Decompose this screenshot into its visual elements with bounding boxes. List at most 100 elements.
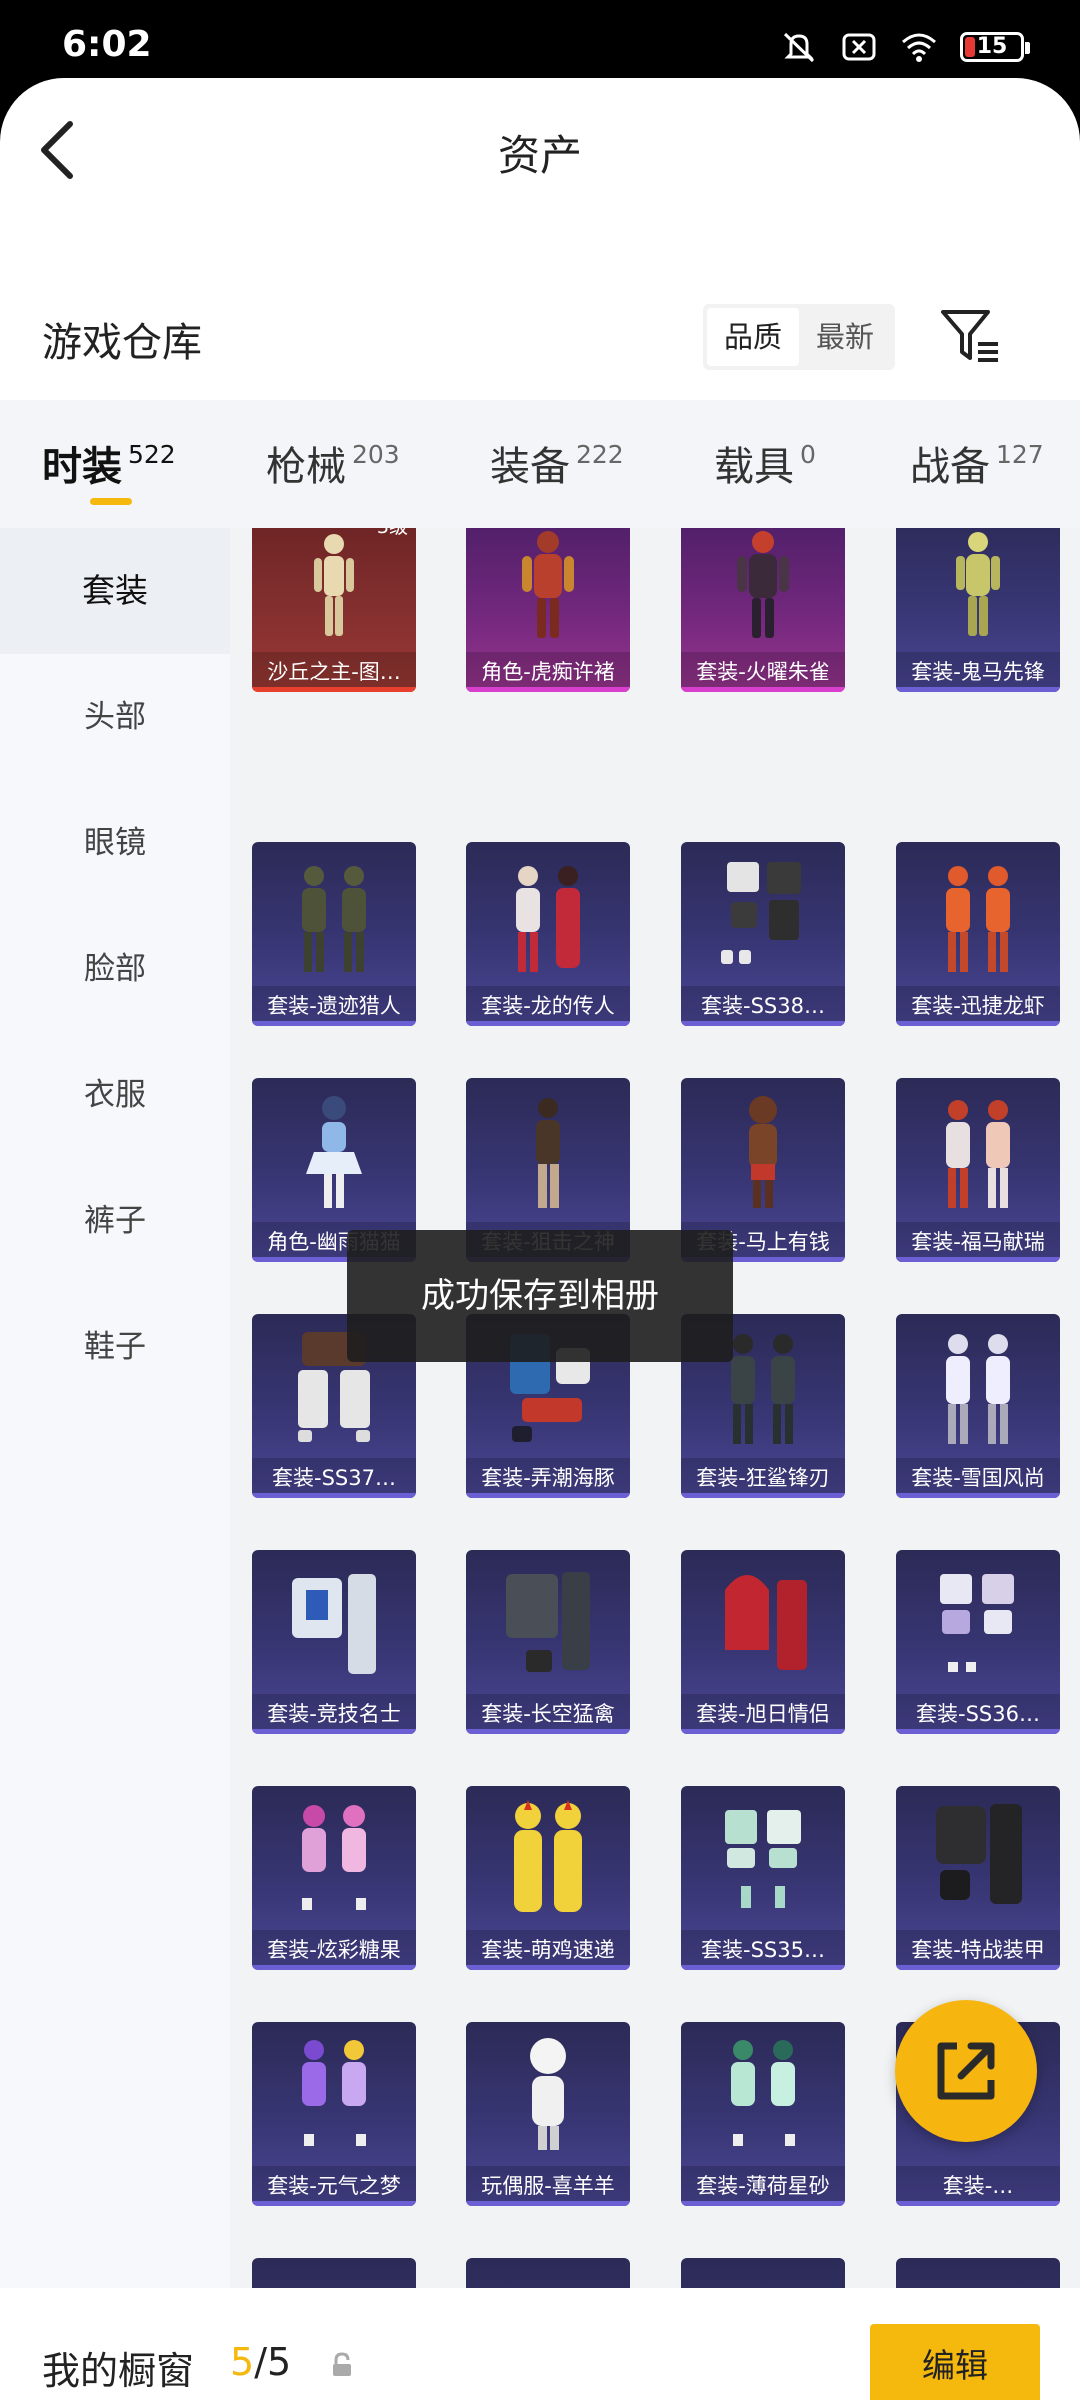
outfit-pair-icon — [731, 2040, 795, 2146]
item-card[interactable]: 套装-鬼马先锋 — [896, 528, 1060, 692]
sort-toggle: 品质 最新 — [703, 304, 895, 370]
item-name: 套装-雪国风尚 — [896, 1458, 1060, 1498]
item-card[interactable] — [681, 2258, 845, 2288]
showcase-bar: 我的橱窗 5/5 编辑 — [0, 2290, 1080, 2400]
toast-message: 成功保存到相册 — [347, 1230, 733, 1362]
outfit-pieces-icon — [725, 1810, 801, 1908]
item-name: 套装-鬼马先锋 — [896, 652, 1060, 692]
outfit-pair-icon — [516, 866, 580, 972]
tab-combat-gear[interactable]: 战备 127 — [910, 434, 1044, 492]
item-card[interactable]: 套装-雪国风尚 — [896, 1314, 1060, 1498]
item-name: 套装-弄潮海豚 — [466, 1458, 630, 1498]
sort-quality-button[interactable]: 品质 — [707, 308, 799, 366]
outfit-figure-icon — [522, 531, 574, 638]
share-icon — [937, 2042, 995, 2100]
outfit-figure-icon — [749, 1096, 777, 1208]
item-card[interactable] — [896, 2258, 1060, 2288]
item-card[interactable]: 套装-SS35… — [681, 1786, 845, 1970]
item-name: 套装-竞技名士 — [252, 1694, 416, 1734]
sort-newest-button[interactable]: 最新 — [799, 308, 891, 366]
item-card[interactable] — [466, 2258, 630, 2288]
outfit-figure-icon — [306, 1096, 362, 1208]
item-card[interactable]: 套装-旭日情侣 — [681, 1550, 845, 1734]
app-screen: 资产 游戏仓库 品质 最新 时装 522 枪械 203 装备 222 载具 0 … — [0, 78, 1080, 2400]
item-name: 套装-SS36… — [896, 1694, 1060, 1734]
item-card[interactable]: 套装-遗迹猎人 — [252, 842, 416, 1026]
item-card[interactable]: 套装-福马献瑞 — [896, 1078, 1060, 1262]
item-card[interactable]: 套装-火曜朱雀 — [681, 528, 845, 692]
item-name: 套装-狂鲨锋刃 — [681, 1458, 845, 1498]
status-bar: 6:02 15 — [0, 0, 1080, 80]
item-card[interactable]: 套装-竞技名士 — [252, 1550, 416, 1734]
item-name: 套装-龙的传人 — [466, 986, 630, 1026]
tab-vehicles[interactable]: 载具 0 — [714, 434, 816, 492]
item-name: 套装-SS35… — [681, 1930, 845, 1970]
sidebar-item-shoes[interactable]: 鞋子 — [0, 1284, 230, 1410]
item-card[interactable]: 套装-元气之梦 — [252, 2022, 416, 2206]
tab-label: 时装 — [42, 444, 122, 490]
status-time: 6:02 — [62, 24, 152, 65]
outfit-figure-icon — [530, 2038, 566, 2150]
outfit-pair-icon — [946, 1100, 1010, 1208]
showcase-count: 5/5 — [230, 2340, 291, 2384]
share-fab-button[interactable] — [895, 2000, 1037, 2142]
item-name: 套装-薄荷星砂 — [681, 2166, 845, 2206]
item-card[interactable]: 玩偶服-喜羊羊 — [466, 2022, 630, 2206]
item-card[interactable]: 套装-炫彩糖果 — [252, 1786, 416, 1970]
item-name: 套装-遗迹猎人 — [252, 986, 416, 1026]
sidebar-item-pants[interactable]: 裤子 — [0, 1158, 230, 1284]
item-name: 套装-元气之梦 — [252, 2166, 416, 2206]
item-card[interactable]: 套装-薄荷星砂 — [681, 2022, 845, 2206]
wifi-icon — [902, 33, 936, 62]
item-card[interactable]: 3级 沙丘之主-图… — [252, 528, 416, 692]
tab-label: 装备 — [490, 444, 570, 490]
item-card[interactable]: 套装-迅捷龙虾 — [896, 842, 1060, 1026]
active-tab-indicator — [90, 498, 132, 505]
item-name: 角色-虎痴许褚 — [466, 652, 630, 692]
outfit-pair-icon — [514, 1800, 582, 1912]
item-name: 套装-特战装甲 — [896, 1930, 1060, 1970]
item-name: 套装-迅捷龙虾 — [896, 986, 1060, 1026]
item-card[interactable]: 角色-虎痴许褚 — [466, 528, 630, 692]
outfit-figure-icon — [536, 1098, 560, 1208]
outfit-pieces-icon — [292, 1574, 376, 1674]
sidebar-item-clothes[interactable]: 衣服 — [0, 1032, 230, 1158]
tab-equipment[interactable]: 装备 222 — [490, 434, 624, 492]
showcase-current: 5 — [230, 2340, 255, 2384]
item-name: 玩偶服-喜羊羊 — [466, 2166, 630, 2206]
outfit-figure-icon — [956, 532, 1000, 636]
tab-guns[interactable]: 枪械 203 — [266, 434, 400, 492]
mute-icon — [783, 32, 815, 63]
edit-button[interactable]: 编辑 — [870, 2324, 1040, 2400]
page-title: 资产 — [497, 131, 582, 180]
outfit-pieces-icon — [721, 862, 801, 964]
outfit-figure-icon — [314, 534, 354, 636]
item-name: 套装-SS38… — [681, 986, 845, 1026]
tab-count: 127 — [996, 440, 1044, 469]
showcase-total: /5 — [254, 2340, 292, 2384]
sidebar-item-glasses[interactable]: 眼镜 — [0, 780, 230, 906]
tab-count: 522 — [128, 440, 176, 469]
outfit-pair-icon — [302, 866, 366, 972]
item-card[interactable]: 套装-特战装甲 — [896, 1786, 1060, 1970]
item-card[interactable]: 套装-SS38… — [681, 842, 845, 1026]
outfit-pair-icon — [302, 1805, 366, 1910]
item-name: 套装-旭日情侣 — [681, 1694, 845, 1734]
category-tabbar: 时装 522 枪械 203 装备 222 载具 0 战备 127 — [0, 400, 1080, 528]
item-name: 套装-火曜朱雀 — [681, 652, 845, 692]
item-card[interactable]: 套装-龙的传人 — [466, 842, 630, 1026]
outfit-figure-icon — [737, 531, 789, 638]
tab-count: 0 — [800, 440, 816, 469]
filter-icon[interactable] — [938, 306, 1002, 368]
sidebar-item-face[interactable]: 脸部 — [0, 906, 230, 1032]
tab-fashion[interactable]: 时装 522 — [42, 434, 176, 492]
item-card[interactable]: 套装-萌鸡速递 — [466, 1786, 630, 1970]
sidebar-item-outfit[interactable]: 套装 — [0, 528, 230, 654]
item-card[interactable]: 套装-长空猛禽 — [466, 1550, 630, 1734]
item-card[interactable]: 套装-SS36… — [896, 1550, 1060, 1734]
item-card[interactable] — [252, 2258, 416, 2288]
sidebar-item-head[interactable]: 头部 — [0, 654, 230, 780]
tab-label: 枪械 — [266, 444, 346, 490]
outfit-pair-icon — [946, 866, 1010, 972]
item-name: 套装-长空猛禽 — [466, 1694, 630, 1734]
